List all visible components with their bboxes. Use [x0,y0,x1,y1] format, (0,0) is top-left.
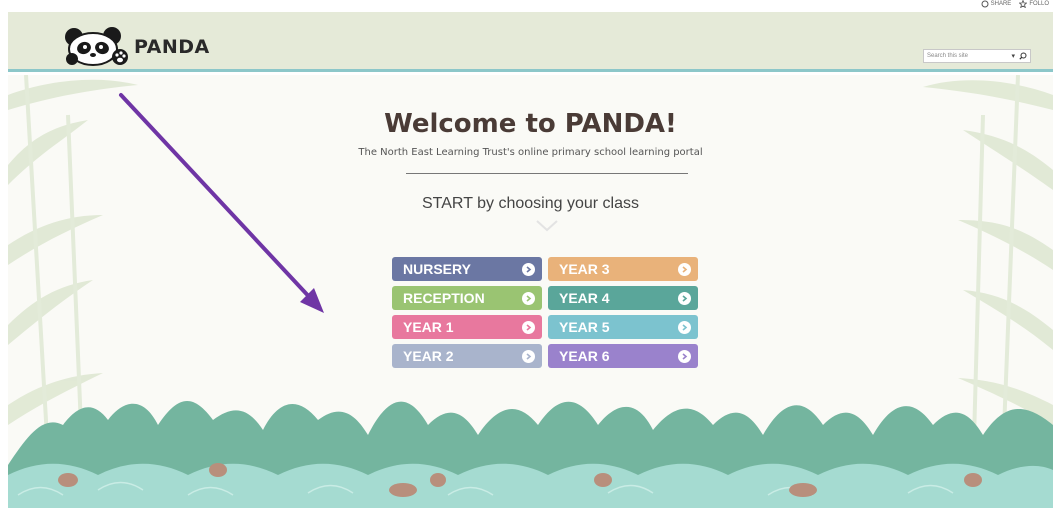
annotation-arrow-icon [119,93,324,313]
page: SHARE FOLLO PANDA Search this site ▾ Wel… [0,0,1053,508]
